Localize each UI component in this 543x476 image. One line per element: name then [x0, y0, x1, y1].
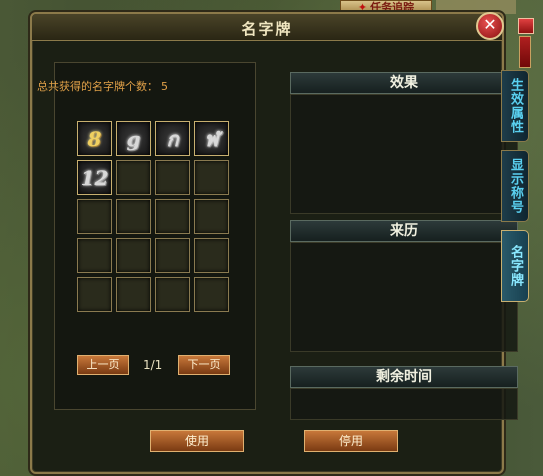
name-plate-icon: ก	[166, 126, 179, 151]
total-count-text: 总共获得的名字牌个数：	[37, 80, 158, 93]
name-plate-slot[interactable]	[194, 199, 229, 234]
name-plate-slot[interactable]: g	[116, 121, 151, 156]
side-scrollbar[interactable]	[519, 36, 531, 68]
name-plate-icon: 12	[80, 165, 109, 190]
title-bar[interactable]: 名字牌	[32, 14, 502, 41]
name-plate-slot[interactable]	[155, 199, 190, 234]
window-title: 名字牌	[241, 20, 293, 38]
name-plate-slot[interactable]: 12	[77, 160, 112, 195]
section-remaining-body	[290, 388, 518, 420]
name-plate-slot[interactable]: 8	[77, 121, 112, 156]
name-plate-slot[interactable]: ก	[155, 121, 190, 156]
name-plate-slot[interactable]	[116, 160, 151, 195]
name-plate-slot[interactable]	[194, 277, 229, 312]
prev-page-button[interactable]: 上一页	[77, 355, 129, 375]
close-icon[interactable]: ✕	[476, 12, 504, 40]
name-plate-icon: g	[126, 126, 141, 151]
section-effect-header: 效果	[290, 72, 518, 94]
name-plate-slot[interactable]: ฬ	[194, 121, 229, 156]
name-plate-slot[interactable]	[116, 277, 151, 312]
tab-display-title[interactable]: 显示称号	[501, 150, 529, 222]
page-indicator: 1/1	[143, 358, 163, 372]
detail-panel: 效果 来历 剩余时间	[290, 72, 518, 422]
name-plate-slot[interactable]	[77, 277, 112, 312]
total-count-value: 5	[161, 80, 168, 93]
name-plate-slot[interactable]	[155, 277, 190, 312]
section-remaining-header: 剩余时间	[290, 366, 518, 388]
name-plate-slot[interactable]	[155, 160, 190, 195]
tab-name-plate[interactable]: 名字牌	[501, 230, 529, 302]
section-effect-body	[290, 94, 518, 214]
total-count-label: 总共获得的名字牌个数： 5	[34, 78, 168, 94]
name-plate-slot[interactable]	[116, 238, 151, 273]
name-plate-icon: 8	[87, 126, 102, 151]
name-plate-slot[interactable]	[194, 238, 229, 273]
name-plate-slot[interactable]	[194, 160, 229, 195]
section-origin-body	[290, 242, 518, 352]
name-plate-slot[interactable]	[77, 238, 112, 273]
next-page-button[interactable]: 下一页	[178, 355, 230, 375]
name-plate-slot[interactable]	[155, 238, 190, 273]
name-plate-slot[interactable]	[116, 199, 151, 234]
name-plate-icon: ฬ	[204, 126, 219, 151]
stop-button[interactable]: 停用	[304, 430, 398, 452]
name-plate-slot[interactable]	[77, 199, 112, 234]
minimize-button[interactable]	[518, 18, 534, 34]
section-origin-header: 来历	[290, 220, 518, 242]
use-button[interactable]: 使用	[150, 430, 244, 452]
tab-active-attributes[interactable]: 生效属性	[501, 70, 529, 142]
